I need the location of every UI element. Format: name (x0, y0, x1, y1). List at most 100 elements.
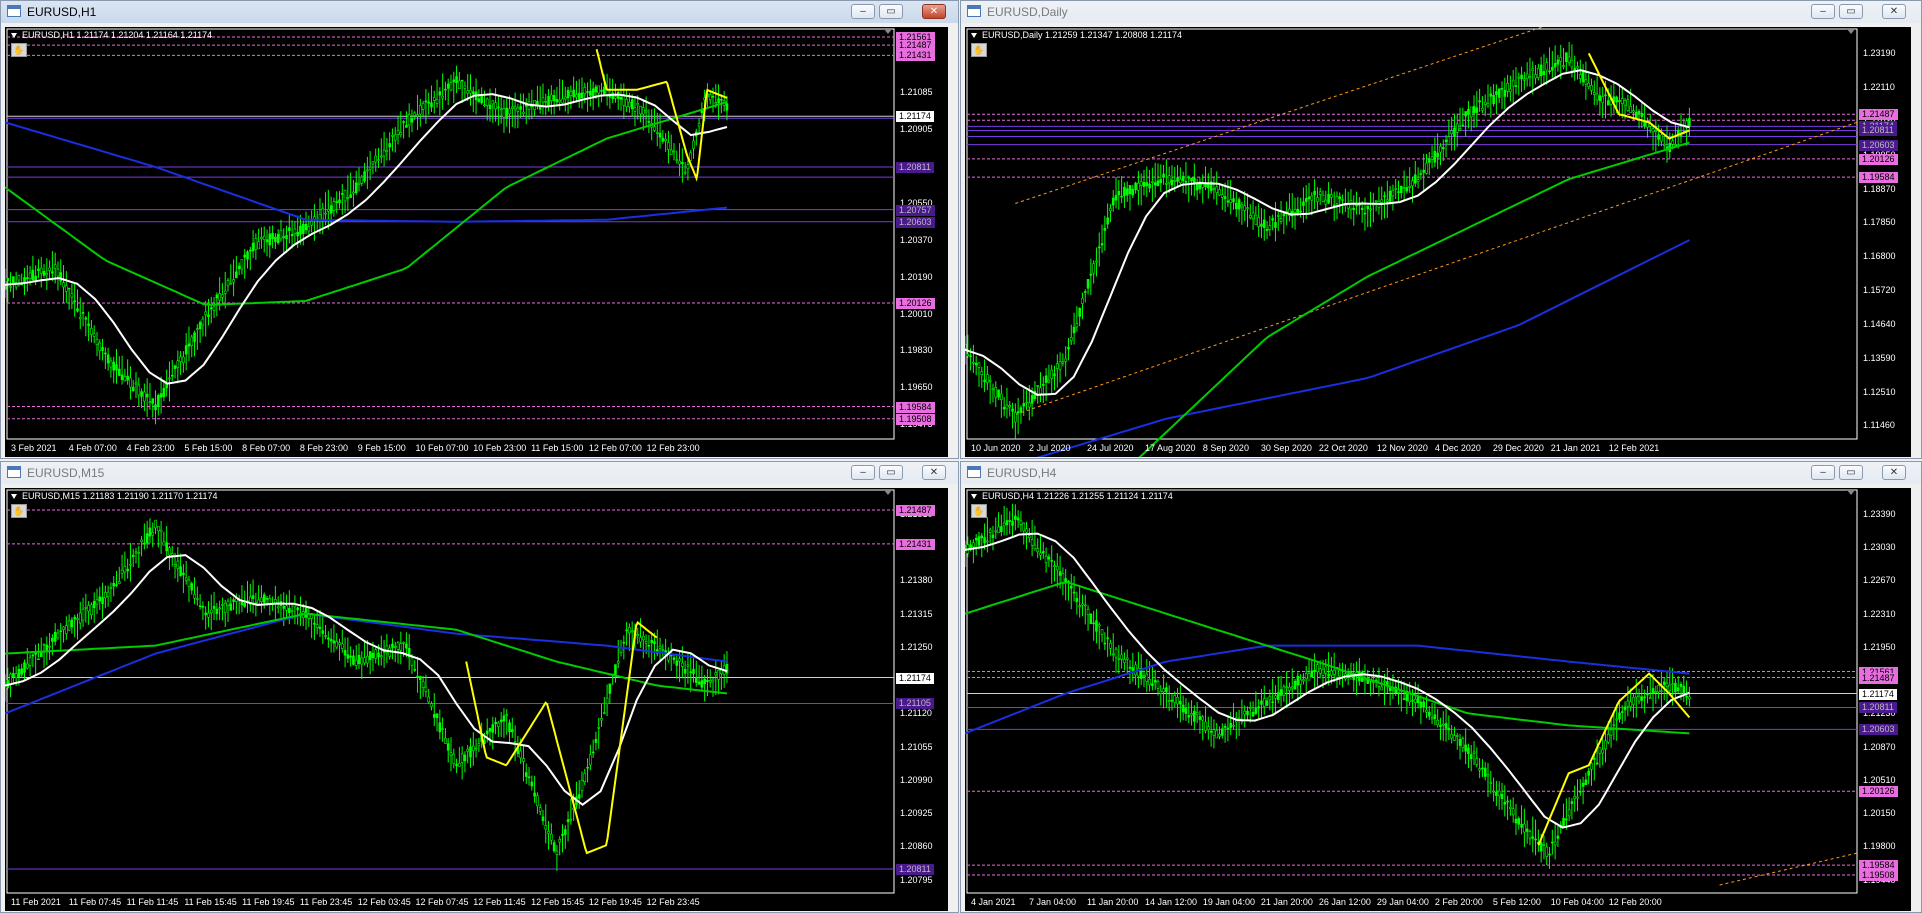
candle-body (1092, 263, 1095, 274)
chart-area-h4[interactable]: EURUSD,H4 1.21226 1.21255 1.21124 1.2117… (965, 488, 1911, 911)
candle-body (1609, 729, 1613, 736)
candle-body (653, 641, 656, 645)
candle-body (25, 277, 29, 279)
candle-body (218, 607, 221, 610)
titlebar-m15[interactable]: EURUSD,M15 – ▭ ✕ (1, 462, 958, 484)
candle-body (402, 642, 405, 644)
candle-body (1335, 195, 1339, 204)
maximize-icon[interactable]: ▭ (1839, 4, 1863, 19)
candle-body (1050, 560, 1054, 562)
candle-body (1427, 158, 1431, 163)
candle-body (1022, 522, 1026, 532)
time-axis-label: 29 Jan 04:00 (1376, 897, 1429, 907)
candle-body (1251, 712, 1255, 717)
shift-marker-icon[interactable] (1847, 29, 1855, 34)
candle-body (117, 368, 121, 376)
maximize-icon[interactable]: ▭ (1839, 465, 1863, 480)
close-icon[interactable]: ✕ (922, 465, 946, 480)
window-daily[interactable]: EURUSD,Daily – ▭ ✕ EURUSD,Daily 1.21259 … (960, 0, 1922, 459)
shift-marker-icon[interactable] (884, 29, 892, 34)
price-tag: 1.20126 (1859, 786, 1898, 798)
titlebar-h4[interactable]: EURUSD,H4 – ▭ ✕ (961, 462, 1921, 484)
time-axis-label: 30 Sep 2020 (1260, 443, 1312, 453)
candle-body (1662, 681, 1666, 685)
window-m15[interactable]: EURUSD,M15 – ▭ ✕ EURUSD,M15 1.21183 1.21… (0, 461, 959, 913)
candle-body (1201, 183, 1205, 188)
candle-body (1422, 701, 1425, 708)
candle-body (1383, 680, 1386, 683)
shift-marker-icon[interactable] (1847, 490, 1855, 495)
candle-body (268, 233, 272, 246)
window-h1[interactable]: EURUSD,H1 – ▭ ✕ EURUSD,H1 1.21174 1.2120… (0, 0, 959, 459)
shift-marker-icon[interactable] (884, 490, 892, 495)
candle-body (1612, 724, 1616, 727)
titlebar-daily[interactable]: EURUSD,Daily – ▭ ✕ (961, 1, 1921, 23)
close-icon[interactable]: ✕ (1882, 4, 1906, 19)
price-axis-label: 1.21950 (1863, 641, 1896, 652)
hand-scroll-icon[interactable]: ✋ (11, 43, 27, 57)
time-axis-label: 2 Feb 20:00 (1434, 897, 1483, 907)
candle-body (338, 642, 341, 645)
close-icon[interactable]: ✕ (922, 4, 946, 19)
chart-area-m15[interactable]: EURUSD,M15 1.21183 1.21190 1.21170 1.211… (5, 488, 948, 911)
price-tag: 1.21431 (896, 50, 935, 62)
price-tag: 1.21174 (1859, 688, 1897, 700)
time-axis-label: 8 Sep 2020 (1202, 443, 1249, 453)
dropdown-triangle-icon[interactable] (971, 494, 977, 500)
dropdown-triangle-icon[interactable] (971, 33, 977, 39)
candle-body (1134, 664, 1137, 675)
candle-body (642, 107, 645, 115)
candle-body (686, 164, 690, 170)
minimize-icon[interactable]: – (1811, 465, 1835, 480)
window-h4[interactable]: EURUSD,H4 – ▭ ✕ EURUSD,H4 1.21226 1.2125… (960, 461, 1922, 913)
time-axis-label: 11 Feb 07:45 (68, 897, 122, 907)
candle-body (1489, 93, 1493, 97)
dropdown-triangle-icon[interactable] (11, 33, 17, 39)
candle-body (282, 236, 286, 238)
candle-body (388, 143, 391, 148)
candle-body (1109, 208, 1112, 211)
candle-body (497, 106, 500, 109)
minimize-icon[interactable]: – (851, 4, 875, 19)
candle-body (1072, 591, 1076, 594)
candle-body (1223, 725, 1227, 728)
candle-body (371, 161, 375, 165)
close-icon[interactable]: ✕ (1882, 465, 1906, 480)
candle-body (1481, 767, 1484, 770)
candle-body (143, 391, 146, 402)
candle-body (1081, 297, 1084, 304)
candle-body (1654, 130, 1658, 133)
minimize-icon[interactable]: – (851, 465, 875, 480)
candle-body (1232, 198, 1235, 203)
chart-area-h1[interactable]: EURUSD,H1 1.21174 1.21204 1.21164 1.2117… (5, 27, 948, 457)
candle-body (471, 91, 475, 95)
candle-body (318, 626, 322, 629)
candle-body (432, 97, 436, 101)
candle-body (391, 135, 394, 137)
candle-body (1548, 853, 1551, 856)
candle-body (589, 754, 592, 766)
hand-scroll-icon[interactable]: ✋ (11, 504, 27, 518)
hand-scroll-icon[interactable]: ✋ (971, 43, 987, 57)
minimize-icon[interactable]: – (1811, 4, 1835, 19)
titlebar-h1[interactable]: EURUSD,H1 – ▭ ✕ (1, 1, 958, 23)
candle-body (1545, 846, 1549, 857)
price-axis-label: 1.16800 (1863, 251, 1896, 262)
dropdown-triangle-icon[interactable] (11, 494, 17, 500)
candle-body (1458, 128, 1462, 131)
maximize-icon[interactable]: ▭ (879, 465, 903, 480)
candle-body (636, 103, 640, 106)
candle-body (1567, 56, 1571, 63)
chart-area-daily[interactable]: EURUSD,Daily 1.21259 1.21347 1.20808 1.2… (965, 27, 1911, 457)
price-axis-label: 1.22670 (1863, 575, 1896, 586)
price-axis-label: 1.21380 (900, 575, 933, 586)
hand-scroll-icon[interactable]: ✋ (971, 504, 987, 518)
candle-body (1587, 82, 1591, 87)
candle-body (1657, 685, 1660, 693)
candle-body (374, 649, 378, 659)
candle-body (1128, 185, 1132, 195)
chart-header-text: EURUSD,H1 1.21174 1.21204 1.21164 1.2117… (22, 30, 213, 40)
candle-body (1433, 150, 1437, 163)
price-axis-label: 1.11460 (1863, 420, 1895, 431)
maximize-icon[interactable]: ▭ (879, 4, 903, 19)
